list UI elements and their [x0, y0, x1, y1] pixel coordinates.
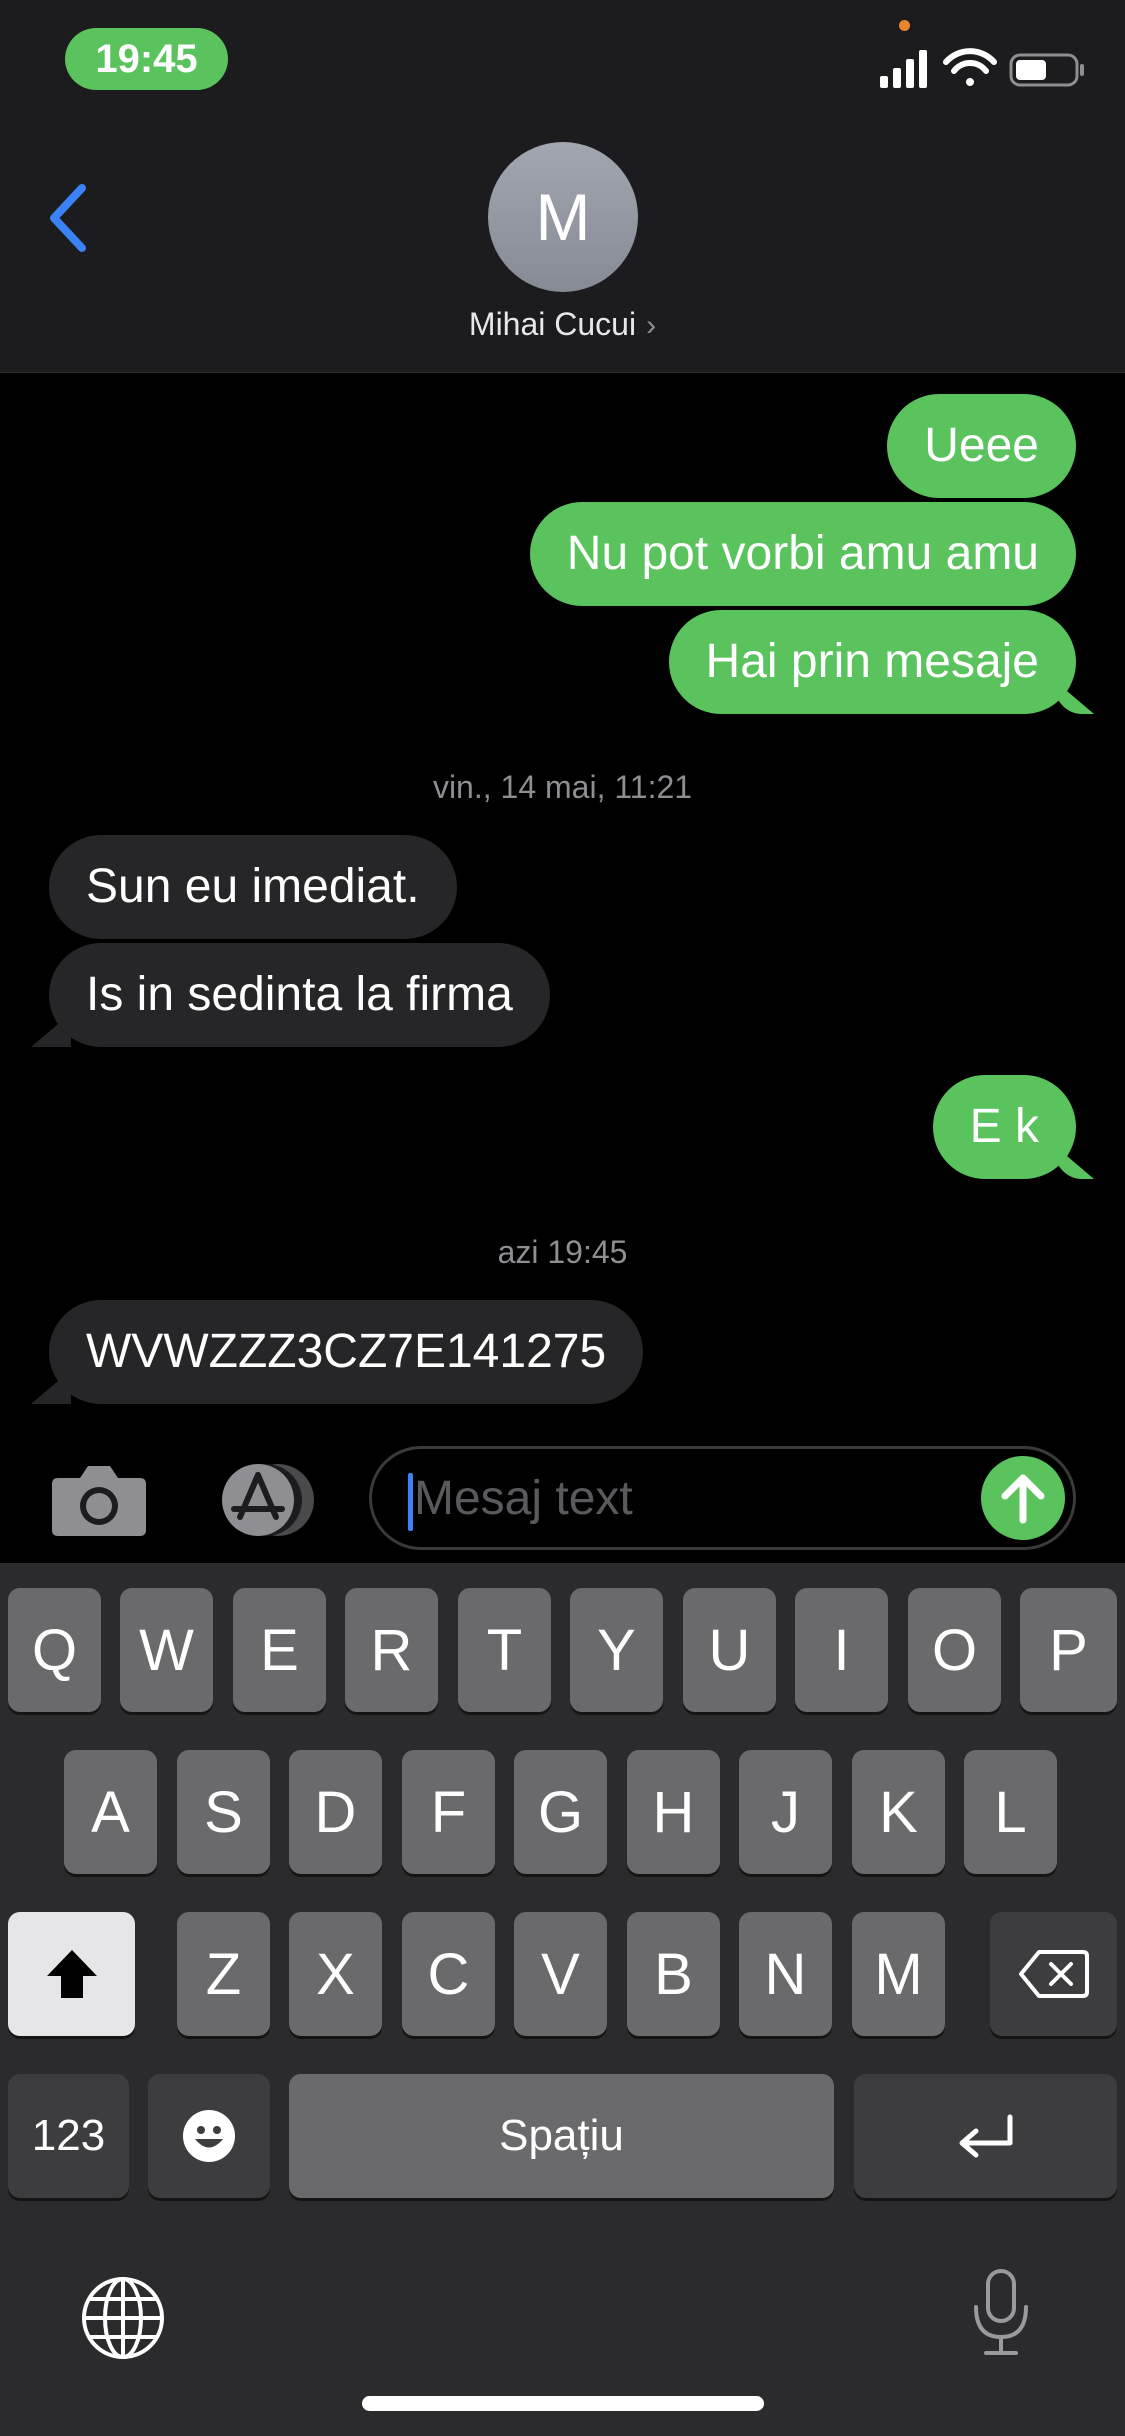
camera-icon[interactable] [50, 1462, 148, 1538]
status-time[interactable]: 19:45 [65, 28, 228, 90]
globe-icon[interactable] [80, 2275, 166, 2361]
key-o[interactable]: O [908, 1588, 1001, 1712]
message-input[interactable]: Mesaj text [369, 1446, 1076, 1550]
space-key[interactable]: Spațiu [289, 2074, 834, 2198]
battery-icon [1009, 53, 1084, 87]
conversation-header: 19:45 M Mihai Cucui › [0, 0, 1125, 373]
cellular-signal-icon [880, 50, 927, 88]
message-input-placeholder: Mesaj text [414, 1471, 633, 1525]
key-a[interactable]: A [64, 1750, 157, 1874]
key-t[interactable]: T [458, 1588, 551, 1712]
key-q[interactable]: Q [8, 1588, 101, 1712]
return-key[interactable] [854, 2074, 1117, 2198]
key-w[interactable]: W [120, 1588, 213, 1712]
wifi-icon [943, 48, 997, 86]
key-z[interactable]: Z [177, 1912, 270, 2036]
back-chevron-icon[interactable] [42, 178, 102, 258]
key-c[interactable]: C [402, 1912, 495, 2036]
shift-arrow-icon [46, 1950, 97, 1998]
shift-key[interactable] [8, 1912, 135, 2036]
message-bubble-outgoing[interactable]: E k [932, 1075, 1076, 1179]
key-s[interactable]: S [177, 1750, 270, 1874]
contact-avatar[interactable]: M [488, 142, 638, 292]
message-bubble-incoming[interactable]: WVWZZZ3CZ7E141275 [49, 1300, 644, 1404]
chevron-right-icon: › [646, 309, 657, 342]
key-v[interactable]: V [514, 1912, 607, 2036]
message-bubble-outgoing[interactable]: Hai prin mesaje [668, 610, 1076, 714]
key-f[interactable]: F [402, 1750, 495, 1874]
key-d[interactable]: D [289, 1750, 382, 1874]
contact-name[interactable]: Mihai Cucui › [0, 306, 1125, 343]
key-k[interactable]: K [852, 1750, 945, 1874]
text-caret [408, 1473, 413, 1531]
arrow-up-icon [1001, 1474, 1045, 1524]
mic-in-use-indicator [899, 20, 910, 31]
key-b[interactable]: B [627, 1912, 720, 2036]
key-m[interactable]: M [852, 1912, 945, 2036]
home-indicator[interactable] [362, 2396, 764, 2411]
message-timestamp: vin., 14 mai, 11:21 [432, 769, 693, 805]
key-j[interactable]: J [739, 1750, 832, 1874]
key-h[interactable]: H [627, 1750, 720, 1874]
emoji-key[interactable] [148, 2074, 270, 2198]
key-y[interactable]: Y [570, 1588, 663, 1712]
key-u[interactable]: U [683, 1588, 776, 1712]
key-i[interactable]: I [795, 1588, 888, 1712]
message-bubble-incoming[interactable]: Sun eu imediat. [49, 835, 457, 939]
key-g[interactable]: G [514, 1750, 607, 1874]
message-bubble-outgoing[interactable]: Nu pot vorbi amu amu [529, 502, 1076, 606]
key-p[interactable]: P [1020, 1588, 1117, 1712]
contact-name-label: Mihai Cucui [468, 306, 637, 342]
message-timestamp: azi 19:45 [497, 1234, 628, 1270]
message-bubble-outgoing[interactable]: Ueee [887, 394, 1076, 498]
message-bubble-incoming[interactable]: Is in sedinta la firma [49, 943, 550, 1047]
key-n[interactable]: N [739, 1912, 832, 2036]
app-store-icon[interactable] [208, 1461, 320, 1539]
send-button[interactable] [981, 1456, 1065, 1540]
key-e[interactable]: E [233, 1588, 326, 1712]
microphone-icon[interactable] [968, 2267, 1034, 2359]
backspace-key[interactable] [990, 1912, 1117, 2036]
key-r[interactable]: R [345, 1588, 438, 1712]
status-icons [880, 48, 1084, 88]
keyboard: Q W E R T Y U I O P A S D F G H J K L Z … [0, 1563, 1125, 2436]
return-arrow-icon [959, 2114, 1012, 2158]
emoji-smile-icon [183, 2110, 235, 2162]
numbers-key[interactable]: 123 [8, 2074, 129, 2198]
key-l[interactable]: L [964, 1750, 1057, 1874]
key-x[interactable]: X [289, 1912, 382, 2036]
delete-icon [1018, 1950, 1089, 1998]
